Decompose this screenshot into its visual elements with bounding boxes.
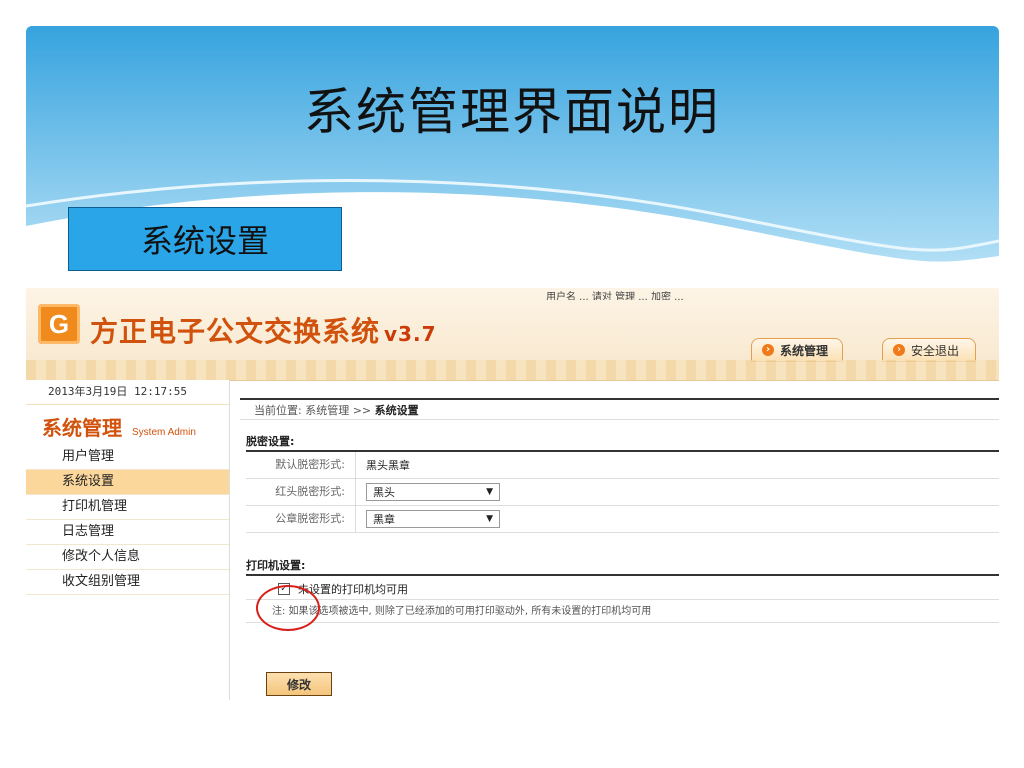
section-label: 系统设置 bbox=[68, 207, 342, 271]
sidebar-heading-sub: System Admin bbox=[132, 427, 196, 438]
chevron-down-icon: ▼ bbox=[486, 487, 493, 497]
app-title-text: 方正电子公文交换系统 bbox=[90, 315, 381, 348]
sidebar-item-printer-management[interactable]: 打印机管理 bbox=[26, 495, 229, 520]
system-admin-label: 系统管理 bbox=[780, 343, 829, 358]
sidebar-item-edit-profile[interactable]: 修改个人信息 bbox=[26, 545, 229, 570]
seal-mode-value: 黑章 bbox=[373, 513, 395, 526]
default-mode-row: 默认脱密形式: 黑头黑章 bbox=[246, 452, 999, 479]
app-title: 方正电子公文交换系统 v3.7 bbox=[90, 310, 436, 350]
printer-option-label[interactable]: 未设置的打印机均可用 bbox=[298, 581, 408, 597]
default-mode-value: 黑头黑章 bbox=[366, 459, 410, 472]
app-header: 用户名 ... 请对 管理 ... 加密 ... G 方正电子公文交换系统 v3.… bbox=[26, 288, 999, 381]
exit-icon: › bbox=[893, 344, 905, 356]
seal-mode-label: 公章脱密形式: bbox=[246, 506, 356, 532]
sidebar-item-receiving-groups[interactable]: 收文组别管理 bbox=[26, 570, 229, 595]
datetime: 2013年3月19日 12:17:55 bbox=[26, 380, 229, 405]
submit-button[interactable]: 修改 bbox=[266, 672, 332, 696]
desensitize-section-title: 脱密设置: bbox=[246, 434, 999, 452]
logo-icon: G bbox=[38, 304, 80, 344]
arrow-icon: › bbox=[762, 344, 774, 356]
slide-title: 系统管理界面说明 bbox=[304, 83, 720, 141]
chevron-down-icon: ▼ bbox=[486, 514, 493, 524]
printer-option-row: ✓ 未设置的打印机均可用 bbox=[246, 578, 999, 600]
printer-section-title: 打印机设置: bbox=[246, 558, 999, 576]
breadcrumb: 当前位置: 系统管理 >> 系统设置 bbox=[240, 398, 999, 420]
breadcrumb-current: 系统设置 bbox=[374, 404, 419, 417]
safe-exit-label: 安全退出 bbox=[911, 343, 960, 358]
default-mode-label: 默认脱密形式: bbox=[246, 452, 356, 478]
safe-exit-button[interactable]: › 安全退出 bbox=[882, 338, 976, 362]
sidebar-item-user-management[interactable]: 用户管理 bbox=[26, 445, 229, 470]
seal-mode-select[interactable]: 黑章 ▼ bbox=[366, 510, 500, 528]
breadcrumb-prefix: 当前位置: 系统管理 >> bbox=[254, 404, 375, 417]
main-content: 当前位置: 系统管理 >> 系统设置 脱密设置: 默认脱密形式: 黑头黑章 红头… bbox=[240, 380, 999, 700]
red-header-mode-row: 红头脱密形式: 黑头 ▼ bbox=[246, 479, 999, 506]
red-header-mode-value: 黑头 bbox=[373, 486, 395, 499]
sidebar-heading: 系统管理 System Admin bbox=[26, 405, 229, 445]
sidebar-heading-title: 系统管理 bbox=[42, 416, 122, 440]
decorative-pattern bbox=[26, 360, 999, 380]
app-version: v3.7 bbox=[384, 322, 437, 346]
system-admin-button[interactable]: › 系统管理 bbox=[751, 338, 843, 362]
highlight-circle bbox=[256, 585, 320, 631]
red-header-mode-select[interactable]: 黑头 ▼ bbox=[366, 483, 500, 501]
top-note: 用户名 ... 请对 管理 ... 加密 ... bbox=[546, 292, 684, 300]
sidebar: 2013年3月19日 12:17:55 系统管理 System Admin 用户… bbox=[26, 380, 230, 700]
sidebar-item-system-settings[interactable]: 系统设置 bbox=[26, 470, 229, 495]
sidebar-item-log-management[interactable]: 日志管理 bbox=[26, 520, 229, 545]
seal-mode-row: 公章脱密形式: 黑章 ▼ bbox=[246, 506, 999, 533]
red-header-mode-label: 红头脱密形式: bbox=[246, 479, 356, 505]
app-screenshot: 用户名 ... 请对 管理 ... 加密 ... G 方正电子公文交换系统 v3.… bbox=[26, 288, 999, 700]
printer-note: 注: 如果该选项被选中, 则除了已经添加的可用打印驱动外, 所有未设置的打印机均… bbox=[246, 601, 999, 623]
